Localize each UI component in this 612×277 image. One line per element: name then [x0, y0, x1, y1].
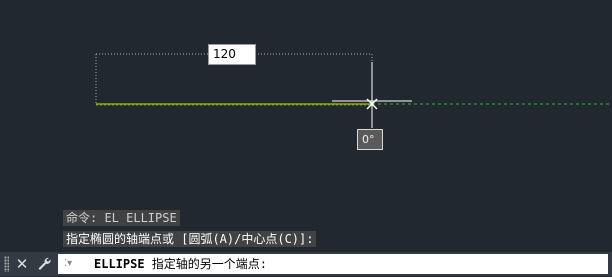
command-history-line-2: 指定椭圆的轴端点或 [圆弧(A)/中心点(C)]:	[63, 231, 317, 247]
command-input[interactable]: ⁚▾ ELLIPSE 指定轴的另一个端点:	[58, 254, 608, 274]
grip-handle[interactable]	[4, 256, 9, 272]
command-name: ELLIPSE	[94, 257, 145, 271]
close-icon[interactable]: ✕	[12, 254, 32, 274]
command-history-line-1: 命令: EL ELLIPSE	[63, 210, 180, 226]
wrench-icon[interactable]	[34, 254, 54, 274]
angle-tooltip: 0°	[357, 129, 383, 150]
command-prompt-text: ELLIPSE 指定轴的另一个端点:	[94, 254, 267, 274]
command-line-bar: ✕ ⁚▾ ELLIPSE 指定轴的另一个端点:	[0, 252, 612, 276]
dynamic-dimension-input[interactable]: 120	[208, 44, 256, 65]
command-prompt-icon[interactable]: ⁚▾	[64, 256, 88, 272]
command-prompt: 指定轴的另一个端点:	[144, 257, 268, 271]
